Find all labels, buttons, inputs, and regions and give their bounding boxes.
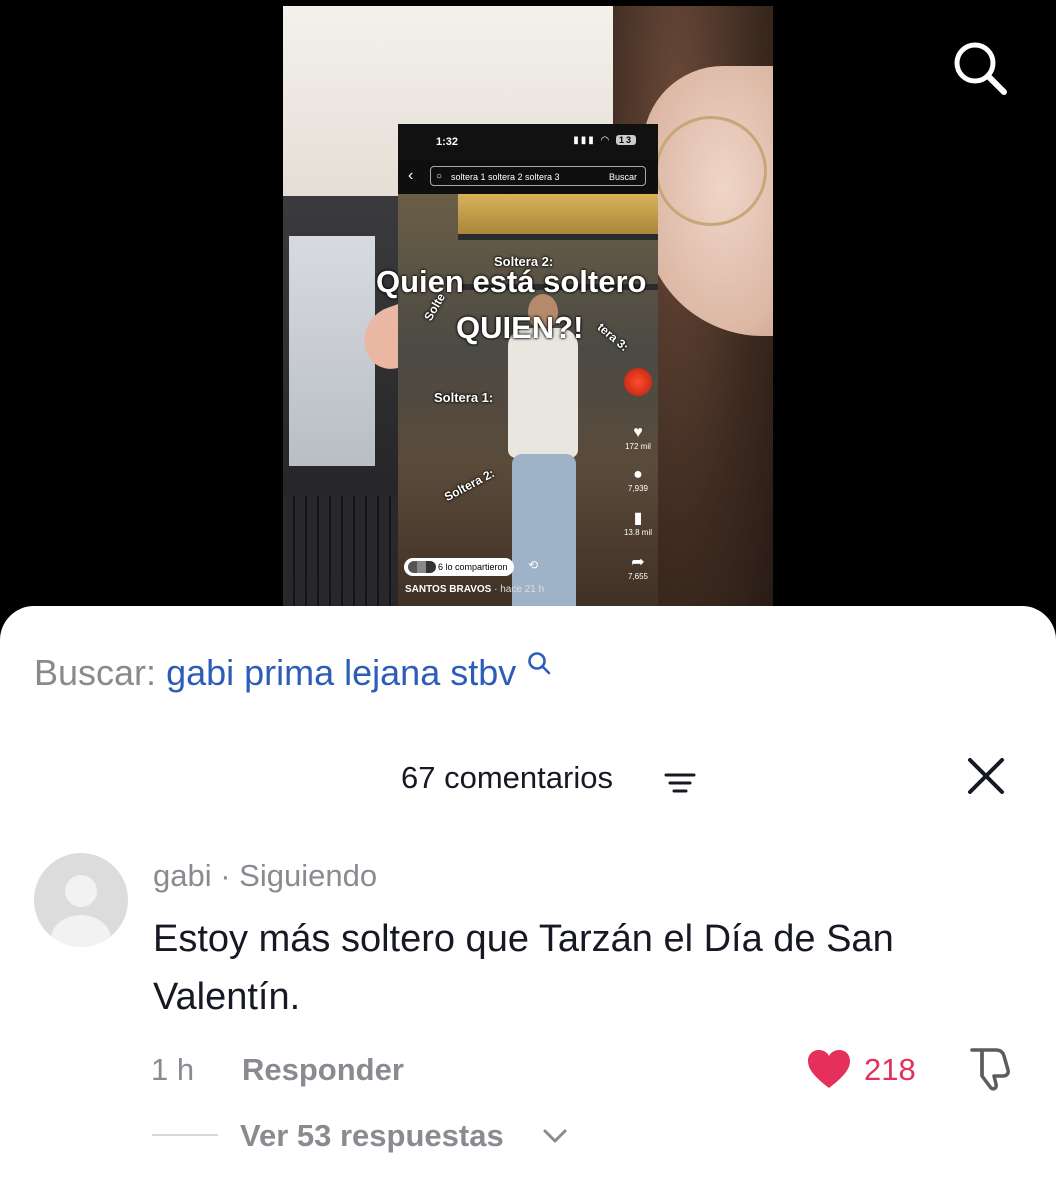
keyboard-image: [283, 496, 401, 616]
replies-divider: [152, 1134, 218, 1136]
default-avatar-icon: [51, 875, 111, 947]
video-comment-action: ● 7,939: [620, 466, 656, 493]
overlay-title: Quien está soltero: [376, 264, 647, 299]
video-save-count: 13.8 mil: [623, 528, 652, 537]
video-author: SANTOS BRAVOS · hace 21 h: [405, 584, 544, 595]
phone-status-icons: ▮▮▮ ◠ 13: [573, 135, 636, 146]
shelf-lights: [458, 194, 658, 234]
laptop-image: [283, 196, 403, 616]
shared-by-text: 6 lo compartieron: [438, 562, 508, 572]
comment-meta: gabi · Siguiendo: [153, 858, 377, 894]
comment-bubble-icon: ●: [633, 466, 643, 483]
shared-avatars: [408, 561, 436, 573]
reply-button[interactable]: Responder: [242, 1052, 404, 1088]
comments-sheet: Buscar: gabi prima lejana stbv 67 coment…: [0, 606, 1056, 1200]
person-shirt: [508, 328, 578, 458]
shared-by-pill: 6 lo compartieron: [404, 558, 514, 576]
phone-status-bar: 1:32 ▮▮▮ ◠ 13: [398, 124, 658, 160]
video-save-action: ▮ 13.8 mil: [620, 510, 656, 537]
shelf: [458, 234, 658, 240]
phone-time: 1:32: [436, 136, 459, 148]
comments-header: 67 comentarios: [0, 756, 1056, 802]
phone-search-query: soltera 1 soltera 2 soltera 3: [451, 172, 560, 182]
laptop-screen: [289, 236, 375, 466]
phone-search-button: Buscar: [608, 172, 637, 182]
music-disc-icon: [624, 368, 652, 396]
video-author-time: · hace 21 h: [494, 584, 545, 595]
like-count: 218: [864, 1052, 916, 1087]
glasses: [655, 116, 767, 226]
video-comment-count: 7,939: [627, 484, 649, 493]
search-suggestion-query[interactable]: gabi prima lejana stbv: [166, 652, 516, 693]
video-player[interactable]: 1:32 ▮▮▮ ◠ 13 ‹ ○ soltera 1 soltera 2 so…: [0, 0, 1056, 640]
chevron-down-icon: [543, 1129, 567, 1143]
comment-text: Estoy más soltero que Tarzán el Día de S…: [153, 918, 894, 1018]
video-share-count: 7,655: [627, 572, 649, 581]
magnifier-icon: ○: [436, 171, 443, 182]
comment-username[interactable]: gabi: [153, 858, 212, 893]
search-suggestion-label: Buscar:: [34, 652, 157, 693]
person-pants: [512, 454, 576, 624]
comment-time: 1 h: [151, 1052, 195, 1087]
phone-search-bar: ‹ ○ soltera 1 soltera 2 soltera 3 Buscar: [398, 160, 658, 194]
phone-search-field: ○ soltera 1 soltera 2 soltera 3 Buscar: [430, 166, 646, 186]
sort-icon[interactable]: [664, 772, 696, 794]
share-arrow-icon: ➦: [631, 554, 645, 571]
heart-icon: ♥: [633, 424, 643, 441]
view-replies-row[interactable]: Ver 53 respuestas: [0, 1116, 1056, 1160]
comment-relation: · Siguiendo: [220, 858, 378, 893]
search-icon[interactable]: [950, 38, 1010, 98]
battery-indicator: 13: [615, 135, 636, 145]
bookmark-icon: ▮: [633, 510, 643, 527]
video-share-action: ➦ 7,655: [620, 554, 656, 581]
comments-count: 67 comentarios: [401, 760, 613, 795]
back-chevron-icon: ‹: [408, 167, 414, 184]
avatar[interactable]: [34, 853, 128, 947]
video-like-action: ♥ 172 mil: [620, 424, 656, 451]
repost-icon: ⟲: [528, 558, 539, 572]
video-author-name: SANTOS BRAVOS: [405, 584, 492, 595]
search-icon: [528, 652, 551, 675]
heart-icon[interactable]: [806, 1048, 852, 1090]
search-suggestion[interactable]: Buscar: gabi prima lejana stbv: [34, 652, 552, 694]
overlay-title: QUIEN?!: [456, 310, 584, 345]
view-replies-button[interactable]: Ver 53 respuestas: [240, 1118, 504, 1154]
comment-actions: 1 h Responder 218: [0, 1046, 1056, 1092]
close-icon[interactable]: [966, 756, 1006, 796]
thumbs-down-icon[interactable]: [966, 1046, 1014, 1092]
video-like-count: 172 mil: [625, 442, 651, 451]
overlay-label: Soltera 1:: [434, 390, 494, 405]
